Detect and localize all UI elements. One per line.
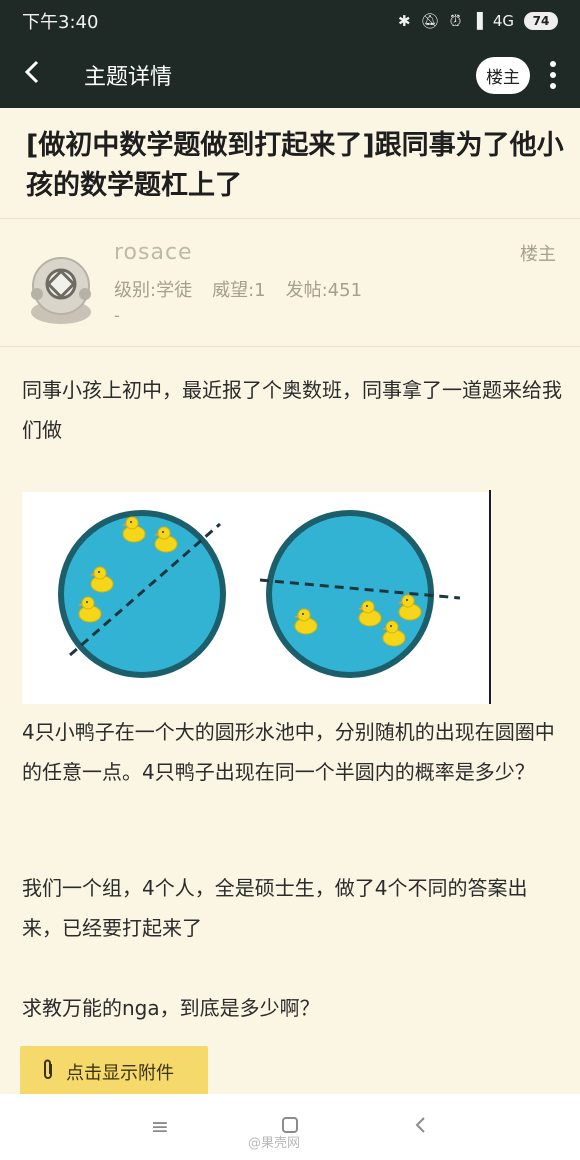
mute-icon: 🔕︎ <box>420 12 440 30</box>
post-paragraph: 我们一个组，4个人，全是硕士生，做了4个不同的答案出来，已经要打起来了 <box>22 876 528 940</box>
divider <box>0 346 580 347</box>
paperclip-icon <box>40 1058 56 1087</box>
more-vertical-icon[interactable] <box>548 61 558 89</box>
network-label: 4G <box>492 12 514 30</box>
signal-icon: ▐ <box>471 12 483 30</box>
image-divider <box>489 490 491 704</box>
attachment-label: 点击显示附件 <box>66 1063 174 1084</box>
post-paragraph: 求教万能的nga，到底是多少啊？ <box>22 996 320 1020</box>
top-bar: 下午3:40 ✱ 🔕︎ ⏰︎ ▐ 4G 74 主题详情 楼主 <box>0 0 580 108</box>
post-paragraph: 同事小孩上初中，最近报了个奥数班，同事拿了一道题来给我们做 <box>22 378 562 442</box>
author-stats: 级别:学徒 威望:1 发帖:451 <box>114 276 362 302</box>
divider <box>0 218 580 219</box>
post-paragraph: 4只小鸭子在一个大的圆形水池中，分别随机的出现在圆圈中的任意一点。4只鸭子出现在… <box>22 720 555 784</box>
bluetooth-icon: ✱ <box>397 12 411 30</box>
show-attachment-button[interactable]: 点击显示附件 <box>20 1046 208 1098</box>
status-icons: ✱ 🔕︎ ⏰︎ ▐ 4G 74 <box>398 12 558 30</box>
alarm-icon: ⏰︎ <box>449 12 462 30</box>
post-image[interactable] <box>22 492 492 704</box>
menu-icon[interactable]: ≡ <box>145 1115 175 1140</box>
nav-bar: 主题详情 楼主 <box>0 42 580 108</box>
back-arrow-icon[interactable] <box>22 59 62 91</box>
status-time: 下午3:40 <box>22 12 99 33</box>
topic-title: [做初中数学题做到打起来了]跟同事为了他小孩的数学题杠上了 <box>26 130 564 201</box>
louzhu-only-button[interactable]: 楼主 <box>476 56 530 94</box>
author-level: 级别:学徒 <box>114 280 193 301</box>
status-bar: 下午3:40 ✱ 🔕︎ ⏰︎ ▐ 4G 74 <box>0 0 580 42</box>
watermark: @果壳网 <box>248 1136 301 1151</box>
avatar[interactable] <box>22 250 100 328</box>
page-title: 主题详情 <box>84 65 173 90</box>
author-posts: 发帖:451 <box>285 280 363 301</box>
back-icon[interactable] <box>405 1115 435 1140</box>
author-role-label: 楼主 <box>520 244 556 265</box>
battery-icon: 74 <box>524 12 558 30</box>
author-reputation: 威望:1 <box>212 280 266 301</box>
author-signature: - <box>114 306 120 325</box>
author-username[interactable]: rosace <box>114 240 193 265</box>
